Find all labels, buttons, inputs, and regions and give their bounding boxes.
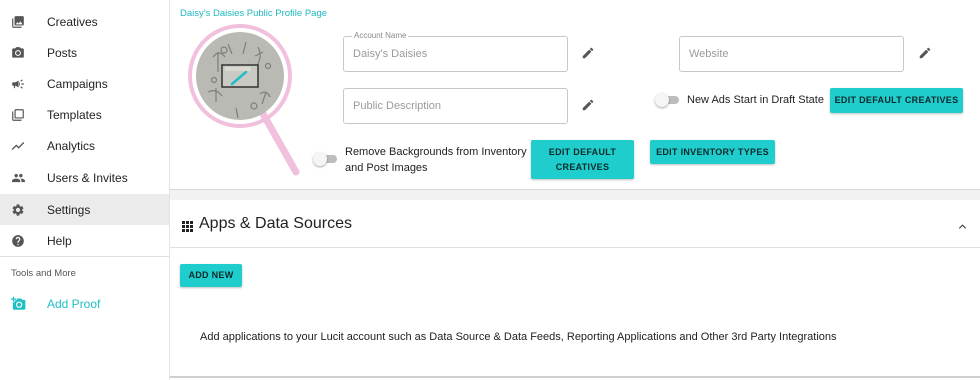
main-content: Daisy's Daisies Public Profile Page Acco… xyxy=(170,0,980,380)
account-name-field[interactable]: Account Name Daisy's Daisies xyxy=(343,31,568,72)
camera-icon xyxy=(10,45,26,61)
sidebar-item-label: Users & Invites xyxy=(47,170,128,185)
edit-description-pencil-icon[interactable] xyxy=(581,98,595,112)
bottom-divider xyxy=(170,376,980,378)
draft-state-toggle[interactable] xyxy=(655,93,679,107)
sidebar-item-help[interactable]: Help xyxy=(0,225,169,256)
template-icon xyxy=(10,107,26,123)
sidebar-item-add-proof[interactable]: Add Proof xyxy=(0,288,169,319)
sidebar-item-label: Settings xyxy=(47,202,91,217)
avatar-image xyxy=(188,24,300,176)
toggle-thumb xyxy=(313,152,327,166)
sidebar-item-templates[interactable]: Templates xyxy=(0,99,169,130)
remove-backgrounds-toggle[interactable] xyxy=(313,152,337,166)
public-profile-link[interactable]: Daisy's Daisies Public Profile Page xyxy=(180,8,327,19)
sidebar-item-label: Templates xyxy=(47,107,102,122)
sidebar-item-users-invites[interactable]: Users & Invites xyxy=(0,162,169,193)
gear-icon xyxy=(10,202,26,218)
edit-account-name-pencil-icon[interactable] xyxy=(581,46,595,60)
image-icon xyxy=(10,14,26,30)
sidebar-item-creatives[interactable]: Creatives xyxy=(0,6,169,37)
sidebar-item-label: Analytics xyxy=(47,138,96,153)
edit-default-creatives-button-2[interactable]: EDIT DEFAULT CREATIVES xyxy=(531,140,634,179)
trend-icon xyxy=(10,138,26,154)
add-new-button[interactable]: ADD NEW xyxy=(180,264,242,287)
public-description-placeholder: Public Description xyxy=(353,100,442,112)
edit-inventory-types-button[interactable]: EDIT INVENTORY TYPES xyxy=(650,140,775,164)
sidebar: Creatives Posts Campaigns Templates Anal… xyxy=(0,0,170,380)
account-name-label: Account Name xyxy=(352,31,409,40)
sidebar-item-label: Help xyxy=(47,233,72,248)
edit-website-pencil-icon[interactable] xyxy=(918,46,932,60)
remove-backgrounds-label: Remove Backgrounds from Inventory and Po… xyxy=(345,146,527,174)
help-icon xyxy=(10,233,26,249)
public-description-field[interactable]: Public Description xyxy=(343,88,568,124)
section-gap xyxy=(170,190,980,200)
edit-default-creatives-button[interactable]: EDIT DEFAULT CREATIVES xyxy=(830,88,963,113)
apps-section-title: Apps & Data Sources xyxy=(199,215,352,232)
draft-state-label: New Ads Start in Draft State xyxy=(687,94,824,106)
website-field[interactable]: Website xyxy=(679,36,904,72)
website-placeholder: Website xyxy=(689,48,729,60)
megaphone-icon xyxy=(10,76,26,92)
sidebar-item-label: Posts xyxy=(47,45,78,60)
sidebar-item-settings[interactable]: Settings xyxy=(0,194,169,225)
people-icon xyxy=(10,170,26,186)
apps-section-header[interactable]: Apps & Data Sources xyxy=(170,200,980,248)
apps-grid-icon xyxy=(182,219,193,232)
sidebar-item-posts[interactable]: Posts xyxy=(0,37,169,68)
app-root: Creatives Posts Campaigns Templates Anal… xyxy=(0,0,980,380)
profile-avatar[interactable] xyxy=(188,22,308,182)
sidebar-item-label: Creatives xyxy=(47,14,98,29)
chevron-up-icon[interactable] xyxy=(957,219,968,230)
sidebar-section-title: Tools and More xyxy=(11,268,76,279)
sidebar-item-label: Campaigns xyxy=(47,76,108,91)
toggle-thumb xyxy=(655,93,669,107)
sidebar-item-label: Add Proof xyxy=(47,296,101,311)
add-photo-icon xyxy=(10,296,26,312)
apps-description: Add applications to your Lucit account s… xyxy=(200,331,837,343)
sidebar-item-analytics[interactable]: Analytics xyxy=(0,130,169,161)
sidebar-item-campaigns[interactable]: Campaigns xyxy=(0,68,169,99)
account-name-value: Daisy's Daisies xyxy=(353,48,428,60)
sidebar-divider xyxy=(0,256,169,257)
